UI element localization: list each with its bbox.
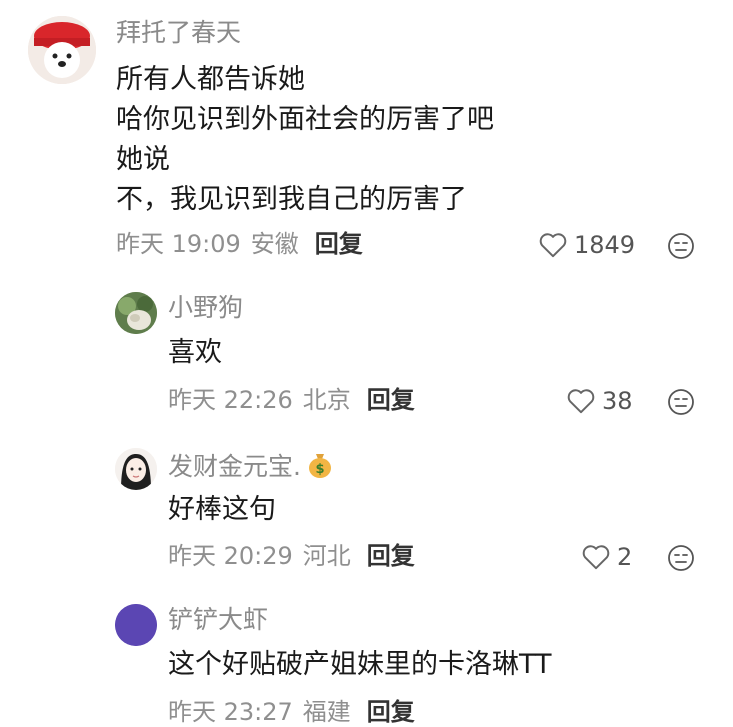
plant-photo-avatar-icon — [115, 292, 157, 334]
reply-button[interactable]: 回复 — [367, 542, 415, 570]
like-button[interactable]: 1849 — [538, 231, 635, 258]
comment-text: 好棒这句 — [168, 490, 276, 530]
username[interactable]: 铲铲大虾 — [168, 605, 268, 635]
like-button[interactable]: 38 — [566, 387, 633, 414]
like-count: 38 — [602, 386, 633, 415]
heart-icon — [567, 389, 595, 414]
timestamp: 昨天 22:26 — [168, 386, 293, 414]
username-text: 发财金元宝. — [168, 452, 301, 481]
dislike-face-icon[interactable] — [667, 232, 695, 260]
comment-line: 这个好贴破产姐妹里的卡洛琳TT — [168, 649, 552, 680]
reply-button[interactable]: 回复 — [367, 386, 415, 414]
location: 河北 — [302, 542, 351, 570]
timestamp: 昨天 23:27 — [168, 698, 293, 726]
comment-text: 所有人都告诉她 哈你见识到外面社会的厉害了吧 她说 不，我见识到我自己的厉害了 — [116, 60, 494, 220]
location: 福建 — [302, 698, 351, 726]
comment-line: 不，我见识到我自己的厉害了 — [116, 184, 467, 215]
avatar[interactable] — [115, 604, 157, 646]
reply-button[interactable]: 回复 — [315, 230, 363, 258]
like-button[interactable]: 2 — [581, 543, 632, 570]
money-bag-icon: $ — [308, 454, 331, 478]
comment-line: 所有人都告诉她 — [116, 64, 305, 95]
avatar[interactable] — [115, 292, 157, 334]
timestamp: 昨天 20:29 — [168, 542, 293, 570]
comment-meta: 昨天 19:09 安徽 回复 — [116, 230, 363, 259]
comment-text: 这个好贴破产姐妹里的卡洛琳TT — [168, 645, 552, 685]
like-count: 1849 — [574, 230, 636, 259]
red-hat-dog-avatar-icon — [28, 16, 96, 84]
username[interactable]: 发财金元宝. $ — [168, 449, 335, 482]
svg-text:$: $ — [315, 462, 324, 477]
like-count: 2 — [617, 542, 633, 571]
dislike-face-icon[interactable] — [667, 544, 695, 572]
girl-drawing-avatar-icon — [115, 448, 157, 490]
comment-line: 喜欢 — [168, 337, 222, 368]
avatar[interactable] — [115, 448, 157, 490]
comment-line: 哈你见识到外面社会的厉害了吧 — [116, 104, 494, 135]
purple-circle-avatar-icon — [115, 604, 157, 646]
reply-button[interactable]: 回复 — [367, 698, 415, 726]
timestamp: 昨天 19:09 — [116, 230, 241, 258]
comment-meta: 昨天 23:27 福建 回复 — [168, 698, 415, 727]
comment-line: 她说 — [116, 144, 170, 175]
username[interactable]: 小野狗 — [168, 293, 243, 323]
comment-meta: 昨天 20:29 河北 回复 — [168, 542, 415, 571]
comment-line: 好棒这句 — [168, 494, 276, 525]
dislike-face-icon[interactable] — [667, 388, 695, 416]
heart-icon — [582, 545, 610, 570]
heart-icon — [539, 233, 567, 258]
location: 北京 — [302, 386, 351, 414]
comment-text: 喜欢 — [168, 333, 222, 373]
comment-meta: 昨天 22:26 北京 回复 — [168, 386, 415, 415]
location: 安徽 — [250, 230, 299, 258]
username[interactable]: 拜托了春天 — [116, 18, 241, 48]
avatar[interactable] — [28, 16, 96, 84]
